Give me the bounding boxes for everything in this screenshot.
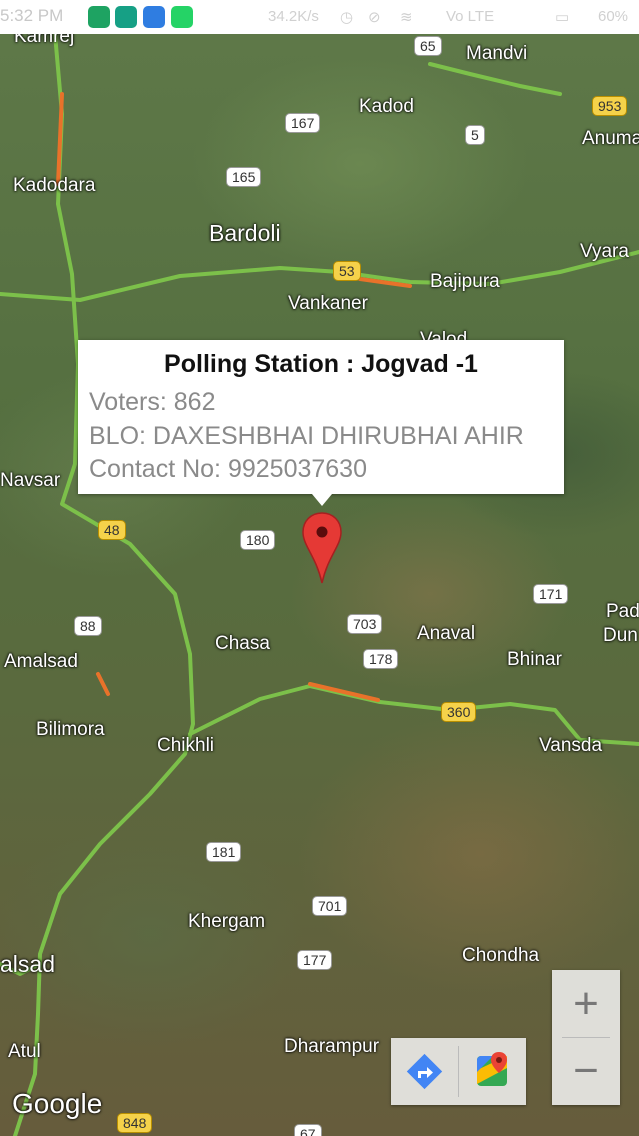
place-mandvi: Mandvi	[466, 43, 528, 64]
highway-shield: 171	[533, 584, 569, 604]
whatsapp-icon	[171, 6, 193, 28]
highway-shield: 65	[414, 36, 442, 56]
google-logo: Google	[12, 1088, 103, 1119]
place-dharampur: Dharampur	[284, 1036, 380, 1057]
highway-shield: 703	[347, 614, 383, 634]
voters-count: Voters: 862	[89, 388, 216, 416]
wifi-icon: ≋	[400, 9, 413, 26]
polling-station-title: Polling Station : Jogvad -1	[164, 350, 478, 378]
place-vansda: Vansda	[539, 735, 603, 756]
network-speed: 34.2K/s	[268, 8, 319, 25]
contact-number[interactable]: Contact No: 9925037630	[89, 455, 367, 484]
map-toolbar	[391, 1038, 526, 1105]
place-kadodara: Kadodara	[13, 175, 96, 196]
place-bajipura: Bajipura	[430, 271, 500, 292]
place-khergam: Khergam	[188, 911, 266, 932]
zoom-controls: + −	[552, 970, 620, 1105]
do-not-disturb-icon: ⊘	[368, 9, 381, 26]
highway-shield: 701	[312, 896, 348, 916]
network-label: Vo LTE	[446, 8, 495, 25]
place-kamrej: Kamrej	[14, 34, 75, 47]
place-atul: Atul	[8, 1041, 41, 1062]
battery-percent: 60%	[598, 8, 629, 25]
shield-app-icon	[88, 6, 110, 28]
highway-shield: 53	[333, 261, 361, 281]
place-chondha: Chondha	[462, 945, 540, 966]
place-anaval: Anaval	[417, 623, 476, 644]
cloud-app-icon	[143, 6, 165, 28]
highway-shield: 848	[117, 1113, 153, 1133]
blo-name: BLO: DAXESHBHAI DHIRUBHAI AHIR	[89, 422, 524, 450]
place-bhinar: Bhinar	[507, 649, 562, 670]
highway-shield: 48	[98, 520, 126, 540]
highway-shield: 165	[226, 167, 262, 187]
place-chasa: Chasa	[215, 633, 270, 654]
traffic-segment-south	[308, 682, 380, 702]
highway-shield: 167	[285, 113, 321, 133]
place-anuma: Anuma	[582, 128, 639, 149]
info-window[interactable]: Polling Station : Jogvad -1 Voters: 862 …	[78, 340, 564, 506]
highway-shield: 360	[441, 702, 477, 722]
place-bardoli: Bardoli	[209, 220, 281, 246]
open-maps-button[interactable]	[459, 1038, 526, 1105]
place-valsad: alsad	[0, 951, 55, 977]
place-chikhli: Chikhli	[157, 735, 215, 756]
highway-shield: 177	[297, 950, 333, 970]
highway-shield: 88	[74, 616, 102, 636]
place-navsari: Navsar	[0, 470, 61, 491]
place-vyara: Vyara	[580, 241, 629, 262]
highway-shield: 178	[363, 649, 399, 669]
place-kadod: Kadod	[359, 96, 414, 117]
place-pad: Pad	[606, 601, 639, 622]
place-amalsad: Amalsad	[4, 651, 78, 672]
traffic-segment-amalsad	[96, 672, 110, 696]
battery-icon: ▭	[555, 9, 570, 26]
highway-shield: 180	[240, 530, 276, 550]
zoom-out-button[interactable]: −	[552, 1037, 620, 1104]
highway-shield: 5	[465, 125, 485, 145]
map-view[interactable]: Kamrej Mandvi Kadod Anuma Kadodara Bardo…	[0, 34, 639, 1136]
place-dun: Dun	[603, 625, 638, 646]
place-bilimora: Bilimora	[36, 719, 105, 740]
status-time: 5:32 PM	[0, 6, 64, 25]
map-marker-icon[interactable]	[302, 512, 342, 584]
alarm-icon: ◷	[340, 9, 354, 26]
directions-icon	[406, 1053, 443, 1090]
highway-shield: 953	[592, 96, 628, 116]
highway-shield: 181	[206, 842, 242, 862]
zoom-in-button[interactable]: +	[552, 970, 620, 1037]
road-mandvi	[428, 62, 562, 96]
highway-shield: 67	[294, 1124, 322, 1136]
circle-app-icon	[115, 6, 137, 28]
google-maps-icon	[477, 1052, 507, 1086]
status-bar: 5:32 PM 34.2K/s ◷ ⊘ ≋ Vo LTE ▭ 60%	[0, 0, 639, 34]
place-vankaner: Vankaner	[288, 293, 368, 314]
directions-button[interactable]	[391, 1038, 458, 1105]
